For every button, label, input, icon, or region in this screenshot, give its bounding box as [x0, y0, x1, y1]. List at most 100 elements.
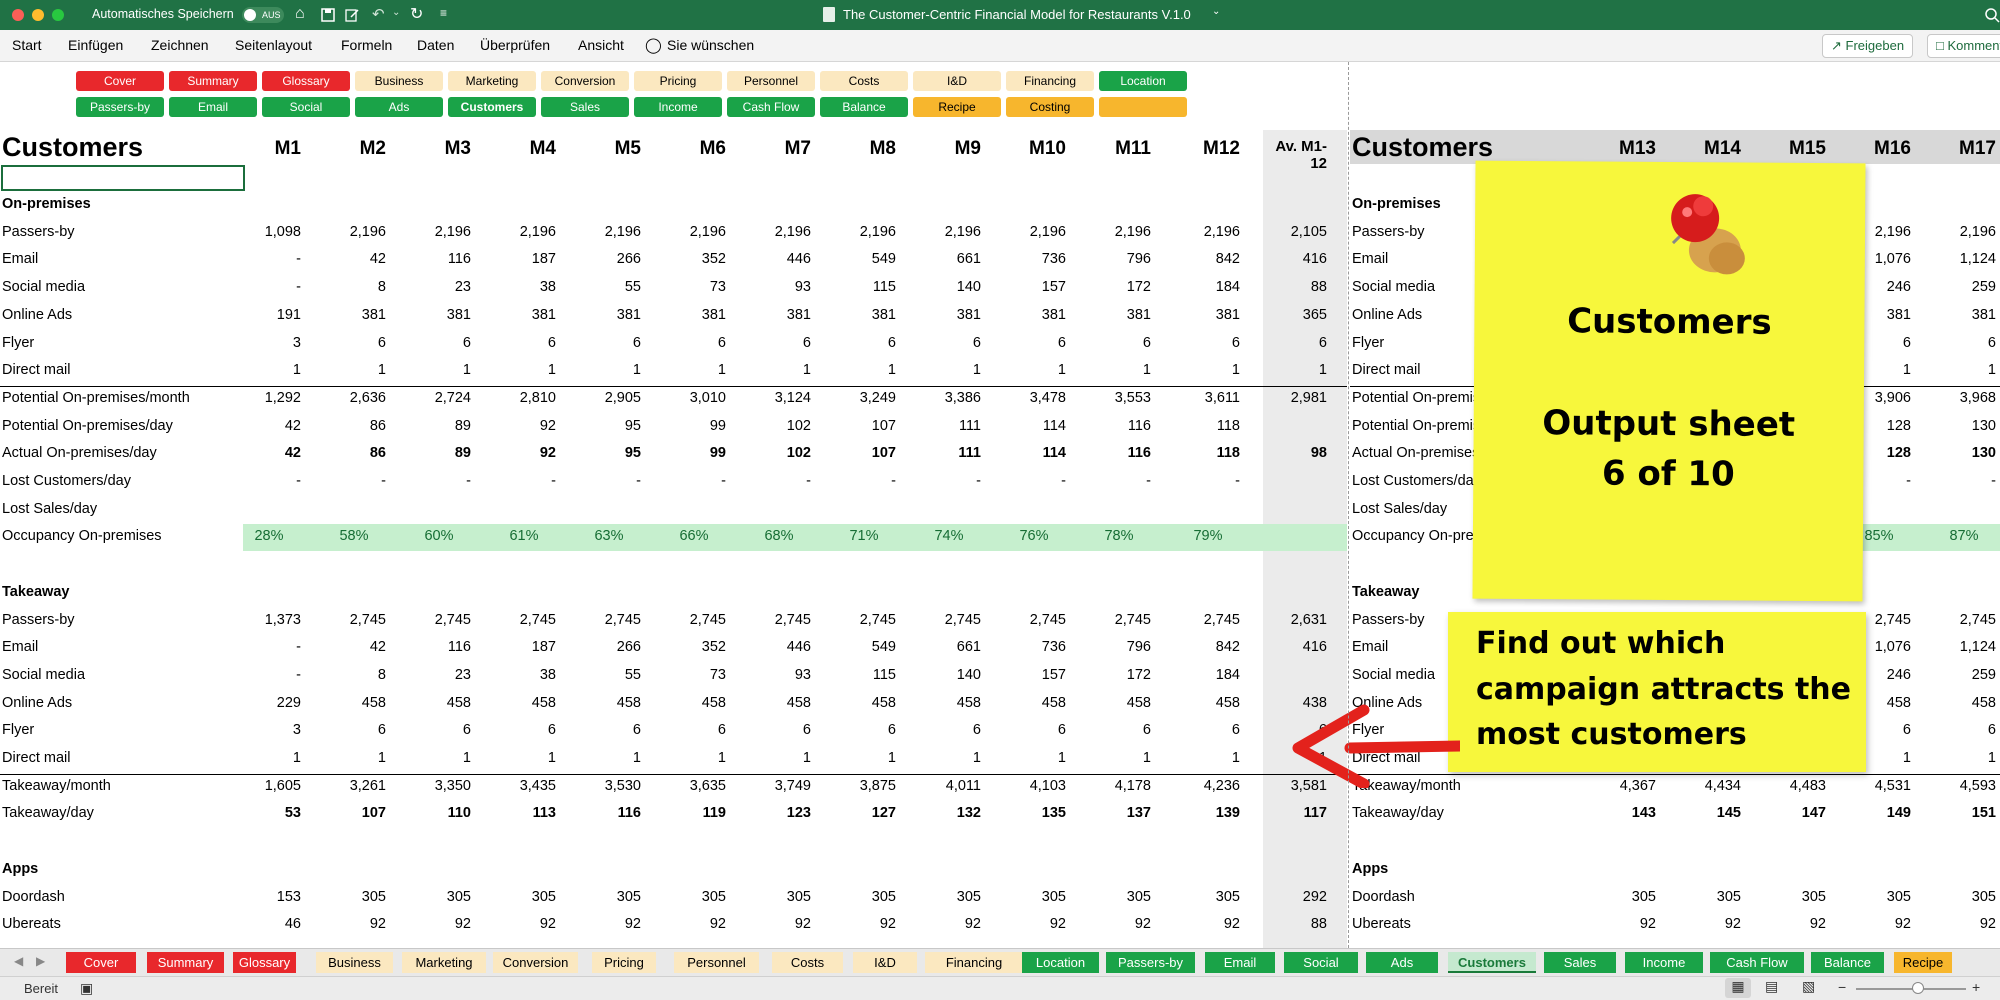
sheet-tab-cash-flow[interactable]: Cash Flow	[1710, 952, 1804, 973]
cell-value[interactable]: -	[1071, 473, 1151, 489]
undo-dropdown-icon[interactable]: ⌄	[392, 7, 400, 18]
cell-value[interactable]: 73	[646, 279, 726, 295]
cell-value[interactable]: 92	[986, 916, 1066, 932]
customize-toolbar-icon[interactable]: ≡	[440, 6, 447, 20]
cell-value[interactable]: 6	[646, 722, 726, 738]
cell-value[interactable]: 3,124	[731, 390, 811, 406]
nav-button-personnel[interactable]: Personnel	[727, 71, 815, 91]
cell-value[interactable]: 305	[1160, 889, 1240, 905]
cell-value[interactable]: 458	[816, 695, 896, 711]
cell-value[interactable]: 416	[1247, 251, 1327, 267]
menu-start[interactable]: Start	[12, 37, 42, 53]
cell-value[interactable]: 549	[816, 639, 896, 655]
cell-value[interactable]: 61%	[476, 528, 556, 544]
cell-value[interactable]: 71%	[816, 528, 896, 544]
cell-value[interactable]: 1	[306, 750, 386, 766]
cell-value[interactable]: 1	[731, 362, 811, 378]
cell-value[interactable]: 2,745	[646, 612, 726, 628]
cell-value[interactable]: 137	[1071, 805, 1151, 821]
cell-value[interactable]: 661	[901, 639, 981, 655]
cell-value[interactable]: 1	[1160, 362, 1240, 378]
cell-value[interactable]: 6	[1071, 722, 1151, 738]
cell-value[interactable]: 6	[901, 335, 981, 351]
cell-value[interactable]: 305	[986, 889, 1066, 905]
cell-value[interactable]: 93	[731, 667, 811, 683]
cell-value[interactable]: 6	[306, 722, 386, 738]
cell-value[interactable]: 191	[221, 307, 301, 323]
cell-value[interactable]: 1	[561, 362, 641, 378]
undo-icon[interactable]: ↶	[372, 5, 385, 23]
cell-value[interactable]: 305	[731, 889, 811, 905]
cell-value[interactable]: 381	[1160, 307, 1240, 323]
cell-value[interactable]: 6	[561, 722, 641, 738]
cell-value[interactable]: 2,745	[816, 612, 896, 628]
nav-button-business[interactable]: Business	[355, 71, 443, 91]
cell-value[interactable]: 842	[1160, 639, 1240, 655]
cell-value[interactable]: 88	[1247, 279, 1327, 295]
cell-value[interactable]: 458	[901, 695, 981, 711]
cell-value[interactable]: 1	[986, 750, 1066, 766]
sheet-tab-business[interactable]: Business	[316, 952, 393, 973]
cell-value[interactable]: 145	[1661, 805, 1741, 821]
cell-value[interactable]: 3,635	[646, 778, 726, 794]
cell-value[interactable]: 305	[1661, 889, 1741, 905]
cell-value[interactable]: 187	[476, 251, 556, 267]
cell-value[interactable]: 1	[646, 750, 726, 766]
cell-value[interactable]: 2,745	[901, 612, 981, 628]
cell-value[interactable]: 1	[646, 362, 726, 378]
cell-value[interactable]: 86	[306, 445, 386, 461]
scroll-tabs-right-icon[interactable]: ▶	[36, 954, 45, 968]
cell-value[interactable]: -	[816, 473, 896, 489]
cell-value[interactable]: 2,981	[1247, 390, 1327, 406]
sheet-tab-costs[interactable]: Costs	[772, 952, 843, 973]
cell-value[interactable]: 2,905	[561, 390, 641, 406]
cell-value[interactable]: 86	[306, 418, 386, 434]
cell-value[interactable]: 305	[1071, 889, 1151, 905]
cell-value[interactable]: 381	[561, 307, 641, 323]
zoom-in-icon[interactable]: +	[1972, 979, 1980, 995]
cell-value[interactable]: 116	[561, 805, 641, 821]
cell-value[interactable]: 102	[731, 418, 811, 434]
cell-value[interactable]: 458	[1071, 695, 1151, 711]
sheet-tab-customers[interactable]: Customers	[1448, 952, 1536, 973]
comments-button[interactable]: □ Kommentare	[1927, 34, 2000, 58]
cell-value[interactable]: 95	[561, 445, 641, 461]
cell-value[interactable]: 4,434	[1661, 778, 1741, 794]
cell-value[interactable]: 3,530	[561, 778, 641, 794]
cell-value[interactable]: 6	[731, 722, 811, 738]
nav-button-marketing[interactable]: Marketing	[448, 71, 536, 91]
cell-value[interactable]: 132	[901, 805, 981, 821]
cell-value[interactable]: 42	[306, 639, 386, 655]
cell-value[interactable]: 3	[221, 335, 301, 351]
cell-value[interactable]: 305	[1916, 889, 1996, 905]
cell-value[interactable]: 187	[476, 639, 556, 655]
cell-value[interactable]: 381	[306, 307, 386, 323]
cell-value[interactable]: 114	[986, 418, 1066, 434]
menu-formeln[interactable]: Formeln	[341, 37, 392, 53]
menu-ueberpruefen[interactable]: Überprüfen	[480, 37, 550, 53]
cell-value[interactable]: 4,531	[1831, 778, 1911, 794]
cell-value[interactable]: 3,350	[391, 778, 471, 794]
cell-value[interactable]: 99	[646, 445, 726, 461]
cell-value[interactable]: 153	[221, 889, 301, 905]
cell-value[interactable]: 130	[1916, 445, 1996, 461]
cell-value[interactable]: 42	[306, 251, 386, 267]
cell-value[interactable]: 92	[1916, 916, 1996, 932]
cell-value[interactable]: 3	[221, 722, 301, 738]
cell-value[interactable]: 4,178	[1071, 778, 1151, 794]
cell-value[interactable]: 38	[476, 279, 556, 295]
sheet-tab-conversion[interactable]: Conversion	[493, 952, 578, 973]
cell-value[interactable]: 381	[391, 307, 471, 323]
cell-value[interactable]: 416	[1247, 639, 1327, 655]
sheet-tab-summary[interactable]: Summary	[147, 952, 224, 973]
cell-value[interactable]: 1,124	[1916, 639, 1996, 655]
menu-seitenlayout[interactable]: Seitenlayout	[235, 37, 312, 53]
cell-value[interactable]: 116	[391, 639, 471, 655]
cell-value[interactable]: 66%	[646, 528, 726, 544]
nav-button-social[interactable]: Social	[262, 97, 350, 117]
cell-value[interactable]: 140	[901, 667, 981, 683]
cell-value[interactable]: 2,745	[1071, 612, 1151, 628]
cell-value[interactable]: 116	[1071, 418, 1151, 434]
page-break-view-icon[interactable]: ▧	[1802, 978, 1815, 995]
cell-value[interactable]: 458	[391, 695, 471, 711]
